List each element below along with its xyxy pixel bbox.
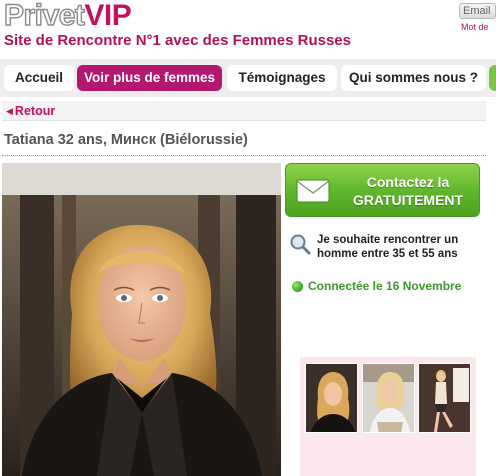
title-divider — [2, 155, 486, 156]
left-triangle-icon: ◀ — [6, 106, 13, 116]
profile-title: Tatiana 32 ans, Минск (Biélorussie) — [4, 132, 248, 148]
green-dot-icon — [292, 281, 303, 292]
profile-photo[interactable] — [2, 163, 281, 476]
seeking-text: Je souhaite rencontrer un homme entre 35… — [317, 234, 459, 260]
profile-sidebar: Contactez la GRATUITEMENT Je souhaite re… — [283, 163, 488, 476]
tab-qui-sommes-nous[interactable]: Qui sommes nous ? — [341, 65, 486, 91]
tab-temoignages[interactable]: Témoignages — [227, 65, 337, 91]
logo-text-privet: Privet — [3, 0, 85, 32]
magnifier-icon — [290, 234, 311, 255]
logo-text-vip: VIP — [84, 0, 132, 32]
tab-accueil[interactable]: Accueil — [4, 65, 74, 91]
back-link[interactable]: ◀ Retour — [6, 104, 55, 118]
contact-line-1: Contactez la — [366, 174, 450, 190]
thumbnail-1-image — [306, 364, 357, 432]
main-nav: Accueil Voir plus de femmes Témoignages … — [0, 59, 496, 97]
thumbnail-3-image — [419, 364, 470, 432]
site-tagline: Site de Rencontre N°1 avec des Femmes Ru… — [4, 32, 351, 49]
profile-photo-image — [2, 163, 281, 476]
contact-button[interactable]: Contactez la GRATUITEMENT — [285, 163, 480, 217]
contact-line-2: GRATUITEMENT — [352, 192, 464, 208]
back-link-label: Retour — [14, 104, 56, 118]
thumbnail-2[interactable] — [362, 363, 415, 433]
thumbnail-1[interactable] — [305, 363, 358, 433]
envelope-icon — [296, 179, 330, 203]
breadcrumb: ◀ Retour — [2, 101, 486, 121]
site-logo[interactable]: PrivetVIP — [3, 0, 132, 32]
email-login-button[interactable]: Email — [459, 3, 496, 19]
tab-extra-partial[interactable] — [489, 65, 496, 91]
online-status: Connectée le 16 Novembre — [308, 279, 462, 293]
forgot-password-link[interactable]: Mot de — [461, 22, 489, 32]
contact-button-label: Contactez la GRATUITEMENT — [338, 173, 478, 209]
thumbnail-2-image — [363, 364, 414, 432]
photo-thumbnails — [300, 357, 476, 476]
tab-voir-plus-de-femmes[interactable]: Voir plus de femmes — [77, 65, 222, 91]
thumbnail-3[interactable] — [418, 363, 471, 433]
